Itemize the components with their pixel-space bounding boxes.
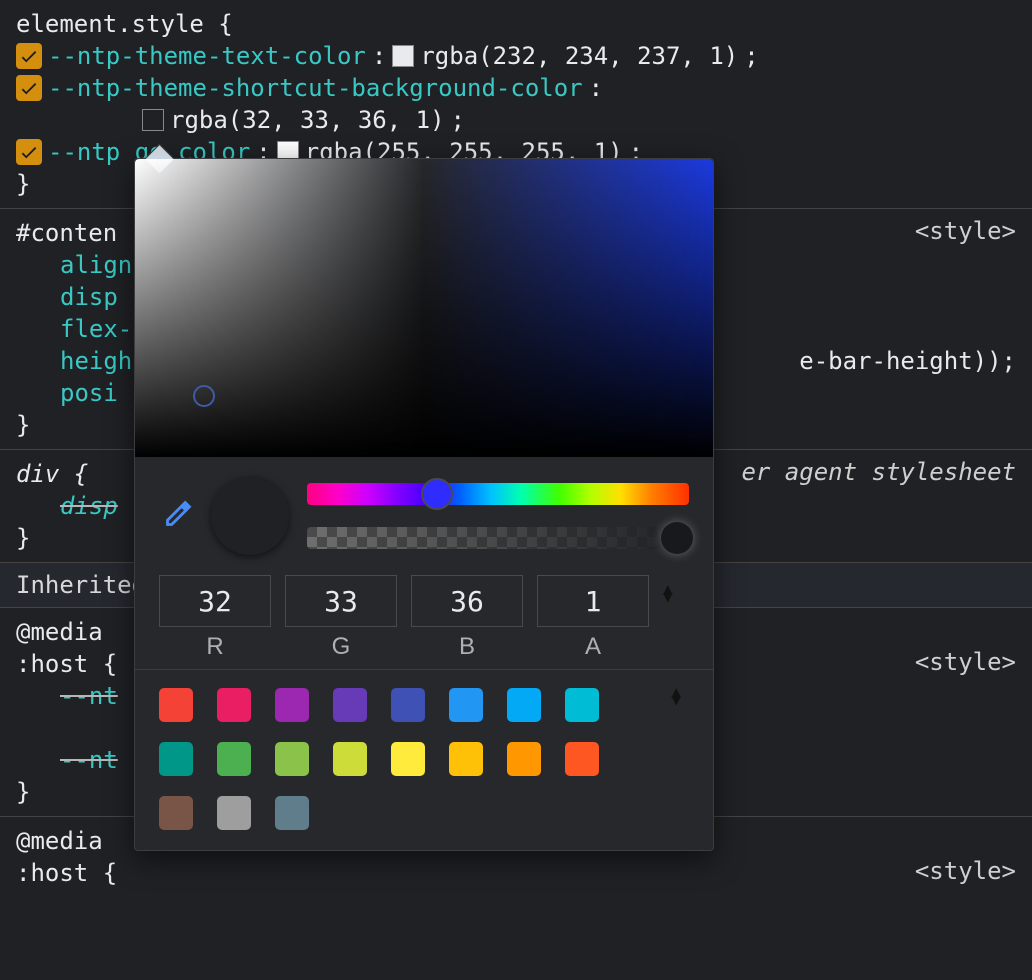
palette-swatch[interactable] bbox=[391, 688, 425, 722]
g-label: G bbox=[332, 633, 351, 661]
palette-swatch[interactable] bbox=[449, 742, 483, 776]
palette-swatch[interactable] bbox=[275, 742, 309, 776]
alpha-thumb[interactable] bbox=[661, 522, 693, 554]
palette-swatch[interactable] bbox=[449, 688, 483, 722]
css-property-name[interactable]: align bbox=[60, 251, 132, 279]
css-property-name[interactable]: --nt bbox=[60, 746, 118, 774]
palette-swatch[interactable] bbox=[159, 688, 193, 722]
palette-swatch[interactable] bbox=[275, 796, 309, 830]
g-input[interactable] bbox=[285, 575, 397, 627]
source-link[interactable]: er agent stylesheet bbox=[741, 458, 1016, 486]
palette-swatch[interactable] bbox=[507, 742, 541, 776]
chevron-down-icon: ▼ bbox=[663, 593, 689, 601]
palette-swatch[interactable] bbox=[333, 742, 367, 776]
selector-label: div { bbox=[16, 460, 88, 488]
a-label: A bbox=[585, 633, 601, 661]
palettes-section: ▲ ▼ bbox=[135, 669, 713, 850]
palette-switch[interactable]: ▲ ▼ bbox=[671, 688, 681, 704]
r-label: R bbox=[206, 633, 223, 661]
palette-swatch[interactable] bbox=[217, 796, 251, 830]
palette-swatch[interactable] bbox=[391, 742, 425, 776]
selector-label: :host { bbox=[16, 859, 117, 887]
palette-swatch[interactable] bbox=[159, 796, 193, 830]
css-property-name[interactable]: --nt bbox=[60, 682, 118, 710]
media-label: @media bbox=[16, 827, 103, 855]
rule-brace: } bbox=[16, 170, 30, 198]
color-swatch[interactable] bbox=[142, 109, 164, 131]
css-property-name[interactable]: heigh bbox=[60, 347, 132, 375]
saturation-value-field[interactable] bbox=[135, 159, 713, 457]
css-property-name[interactable]: posi bbox=[60, 379, 118, 407]
css-property-value[interactable]: rgba(32, 33, 36, 1) bbox=[170, 106, 445, 134]
css-property-name[interactable]: --ntp-theme-shortcut-background-color bbox=[48, 74, 583, 102]
hue-thumb[interactable] bbox=[421, 478, 453, 510]
css-property-name[interactable]: flex- bbox=[60, 315, 132, 343]
sv-cursor[interactable] bbox=[193, 385, 215, 407]
b-input[interactable] bbox=[411, 575, 523, 627]
palette-swatch[interactable] bbox=[565, 688, 599, 722]
media-label: @media bbox=[16, 618, 103, 646]
source-link[interactable]: <style> bbox=[915, 857, 1016, 885]
selector-label: :host { bbox=[16, 650, 117, 678]
color-picker: R G B A ▲ ▼ ▲ ▼ bbox=[134, 158, 714, 851]
palette-swatch[interactable] bbox=[565, 742, 599, 776]
b-label: B bbox=[459, 633, 475, 661]
eyedropper-button[interactable] bbox=[159, 499, 193, 533]
a-input[interactable] bbox=[537, 575, 649, 627]
css-property-name[interactable]: --ntp-theme-text-color bbox=[48, 42, 366, 70]
r-input[interactable] bbox=[159, 575, 271, 627]
rule-brace: } bbox=[16, 524, 30, 552]
css-property-name[interactable]: disp bbox=[60, 492, 118, 520]
selector-label: #conten bbox=[16, 219, 117, 247]
palette-swatch[interactable] bbox=[275, 688, 309, 722]
source-link[interactable]: <style> bbox=[915, 217, 1016, 245]
rule-brace: } bbox=[16, 411, 30, 439]
css-property-name[interactable]: disp bbox=[60, 283, 118, 311]
rule-brace: } bbox=[16, 778, 30, 806]
source-link[interactable]: <style> bbox=[915, 648, 1016, 676]
palette-swatch[interactable] bbox=[217, 688, 251, 722]
palette-swatch[interactable] bbox=[217, 742, 251, 776]
property-toggle[interactable] bbox=[16, 139, 42, 165]
current-color-preview bbox=[211, 477, 289, 555]
format-switch[interactable]: ▲ ▼ bbox=[663, 585, 689, 601]
property-toggle[interactable] bbox=[16, 75, 42, 101]
property-toggle[interactable] bbox=[16, 43, 42, 69]
chevron-down-icon: ▼ bbox=[671, 696, 681, 704]
palette-swatch[interactable] bbox=[507, 688, 541, 722]
hue-slider[interactable] bbox=[307, 483, 689, 505]
color-swatch[interactable] bbox=[392, 45, 414, 67]
palette-swatch[interactable] bbox=[159, 742, 193, 776]
alpha-slider[interactable] bbox=[307, 527, 689, 549]
selector-label: element.style { bbox=[16, 10, 233, 38]
palette-swatch[interactable] bbox=[333, 688, 367, 722]
css-property-value[interactable]: rgba(232, 234, 237, 1) bbox=[420, 42, 738, 70]
